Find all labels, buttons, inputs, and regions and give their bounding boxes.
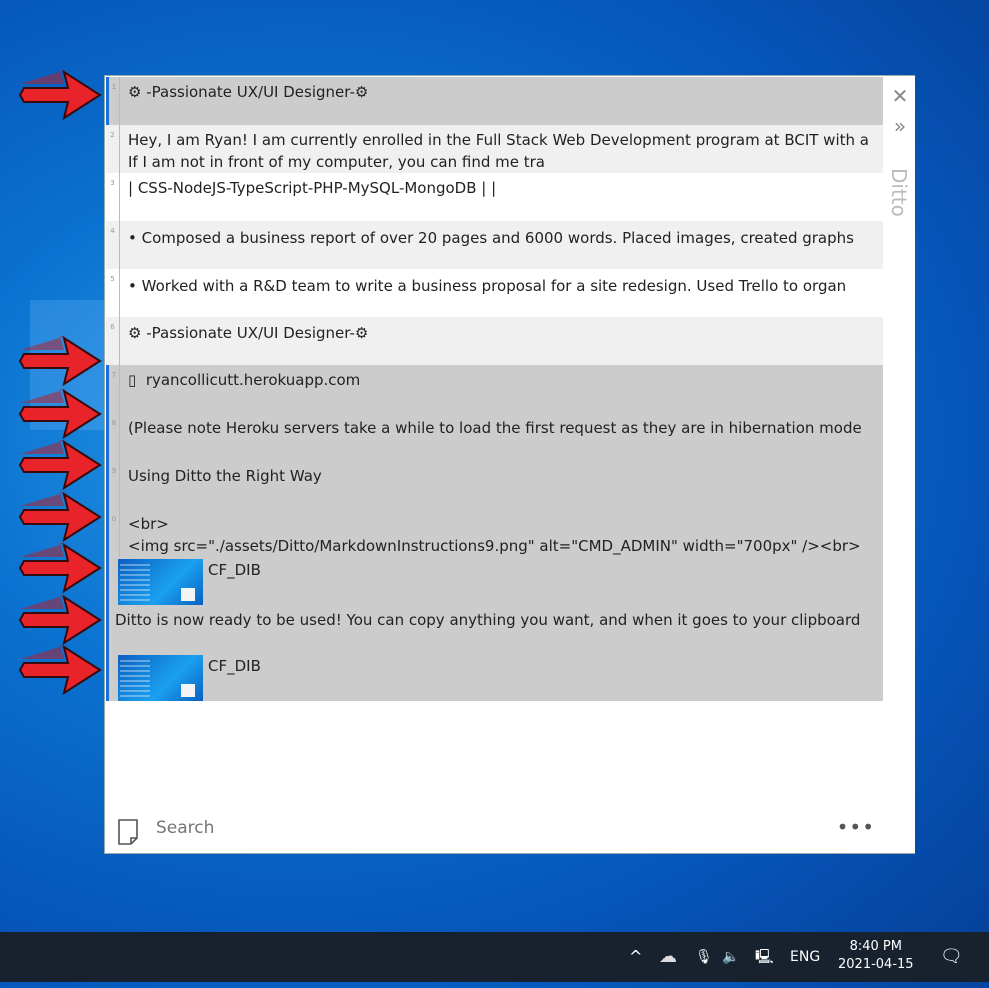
microphone-icon[interactable]: 🎙 — [695, 932, 713, 982]
language-indicator[interactable]: ENG — [790, 932, 820, 982]
annotation-arrow — [18, 336, 102, 386]
clip-item[interactable]: 7 ▯ ryancollicutt.herokuapp.com — [106, 365, 883, 413]
clip-list[interactable]: 1 ⚙ -Passionate UX/UI Designer-⚙ 2 Hey, I … — [106, 77, 883, 703]
clip-item[interactable]: 4 • Composed a business report of over 20… — [106, 221, 883, 269]
annotation-arrow — [18, 595, 102, 645]
gear-icon: ⚙ — [128, 324, 142, 342]
clip-item-image[interactable]: CF_DIB — [106, 653, 883, 701]
clip-item[interactable]: 2 Hey, I am Ryan! I am currently enrolled… — [106, 125, 883, 173]
search-input[interactable] — [156, 818, 756, 838]
double-chevron-right-icon[interactable]: » — [889, 114, 911, 138]
annotation-arrow — [18, 70, 102, 120]
image-thumbnail — [118, 655, 203, 701]
network-icon[interactable]: 🖳 — [755, 932, 774, 982]
side-panel: ✕ » Ditto — [883, 76, 915, 853]
clip-item-image[interactable]: CF_DIB — [106, 557, 883, 605]
gear-icon: ⚙ — [354, 324, 369, 342]
link-icon: ▯ — [128, 371, 137, 389]
annotation-arrow — [18, 543, 102, 593]
cloud-icon[interactable]: ☁ — [659, 932, 677, 982]
annotation-arrow — [18, 440, 102, 490]
clip-item[interactable]: 8 (Please note Heroku servers take a whil… — [106, 413, 883, 461]
close-icon[interactable]: ✕ — [889, 84, 911, 108]
clip-item[interactable]: 3 | CSS-NodeJS-TypeScript-PHP-MySQL-Mongo… — [106, 173, 883, 221]
more-options-button[interactable]: ••• — [837, 815, 875, 839]
notifications-icon[interactable]: 🗨 — [940, 932, 963, 982]
chevron-up-icon[interactable]: ^ — [629, 932, 642, 982]
image-thumbnail — [118, 559, 203, 605]
clock[interactable]: 8:40 PM 2021-04-15 — [838, 938, 914, 988]
clip-item[interactable]: 5 • Worked with a R&D team to write a bus… — [106, 269, 883, 317]
gear-icon: ⚙ — [128, 83, 142, 101]
annotation-arrow — [18, 492, 102, 542]
app-title: Ditto — [887, 168, 911, 217]
clip-item[interactable]: 0 <br> <img src="./assets/Ditto/MarkdownIn… — [106, 509, 883, 557]
clip-item[interactable]: Ditto is now ready to be used! You can c… — [106, 605, 883, 653]
annotation-arrow — [18, 645, 102, 695]
taskbar: ^ ☁ 🎙 🔈 🖳 ENG 8:40 PM 2021-04-15 🗨 — [0, 932, 989, 982]
note-icon[interactable] — [118, 819, 138, 845]
volume-icon[interactable]: 🔈 — [722, 932, 739, 982]
gear-icon: ⚙ — [354, 83, 369, 101]
search-bar: ••• — [106, 811, 883, 851]
clip-item[interactable]: 1 ⚙ -Passionate UX/UI Designer-⚙ — [106, 77, 883, 125]
ditto-window: 1 ⚙ -Passionate UX/UI Designer-⚙ 2 Hey, I … — [104, 75, 915, 854]
clip-item[interactable]: 6 ⚙ -Passionate UX/UI Designer-⚙ — [106, 317, 883, 365]
annotation-arrow — [18, 389, 102, 439]
clip-item[interactable]: 9 Using Ditto the Right Way — [106, 461, 883, 509]
